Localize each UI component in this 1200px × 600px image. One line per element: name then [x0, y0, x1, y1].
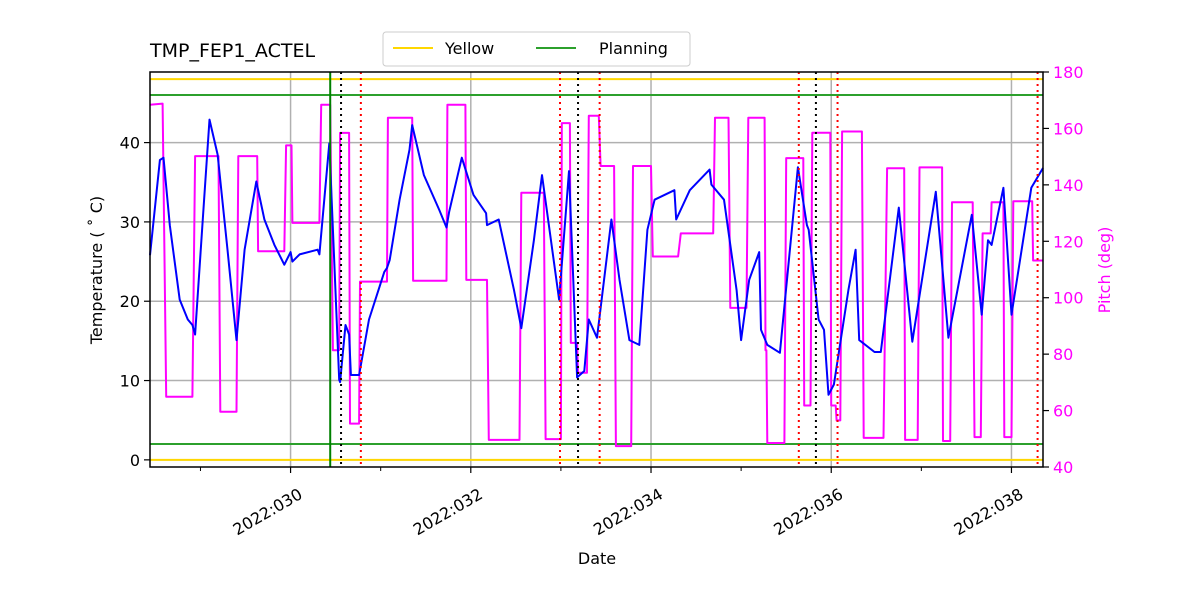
legend-label-yellow: Yellow — [444, 39, 494, 58]
x-tick-label: 2022:032 — [410, 484, 486, 539]
chart: 2022:030 2022:032 2022:034 2022:036 2022:038… — [87, 31, 1114, 568]
y-axis-right: 40 60 80 100 120 140 160 180 — [1043, 63, 1084, 477]
y2-tick-label: 140 — [1053, 176, 1084, 195]
limit-lines — [150, 78, 1043, 461]
x-tick-label: 2022:036 — [770, 484, 846, 539]
chart-title: TMP_FEP1_ACTEL — [149, 40, 315, 62]
y2-tick-label: 160 — [1053, 119, 1084, 138]
y2-tick-label: 100 — [1053, 289, 1084, 308]
y-tick-label: 10 — [120, 372, 140, 391]
vertical-lines — [329, 72, 1039, 467]
y2-axis-label: Pitch (deg) — [1095, 227, 1114, 314]
y2-tick-label: 180 — [1053, 63, 1084, 82]
y-tick-label: 40 — [120, 134, 140, 153]
y2-tick-label: 120 — [1053, 232, 1084, 251]
x-tick-label: 2022:034 — [590, 484, 666, 539]
series-layer — [149, 102, 1044, 448]
y-axis-label: Temperature ( ˚ C) — [87, 196, 106, 345]
grid-layer — [150, 72, 1043, 467]
x-axis-label: Date — [578, 549, 616, 568]
y2-tick-label: 80 — [1053, 345, 1073, 364]
series-line-temperature — [149, 118, 1044, 396]
plot-frame — [149, 71, 1044, 468]
x-axis: 2022:030 2022:032 2022:034 2022:036 2022:038 — [199, 467, 1027, 539]
x-tick-label: 2022:030 — [230, 484, 306, 539]
series-line-pitch — [149, 102, 1043, 448]
y2-tick-label: 40 — [1053, 458, 1073, 477]
x-tick-label: 2022:038 — [951, 484, 1027, 539]
y-tick-label: 20 — [120, 292, 140, 311]
y-tick-label: 0 — [130, 451, 140, 470]
y-tick-label: 30 — [120, 213, 140, 232]
legend: Yellow Planning — [382, 31, 691, 67]
legend-label-planning: Planning — [599, 39, 668, 58]
y-axis-left: 0 10 20 30 40 — [120, 134, 150, 470]
y2-tick-label: 60 — [1053, 402, 1073, 421]
